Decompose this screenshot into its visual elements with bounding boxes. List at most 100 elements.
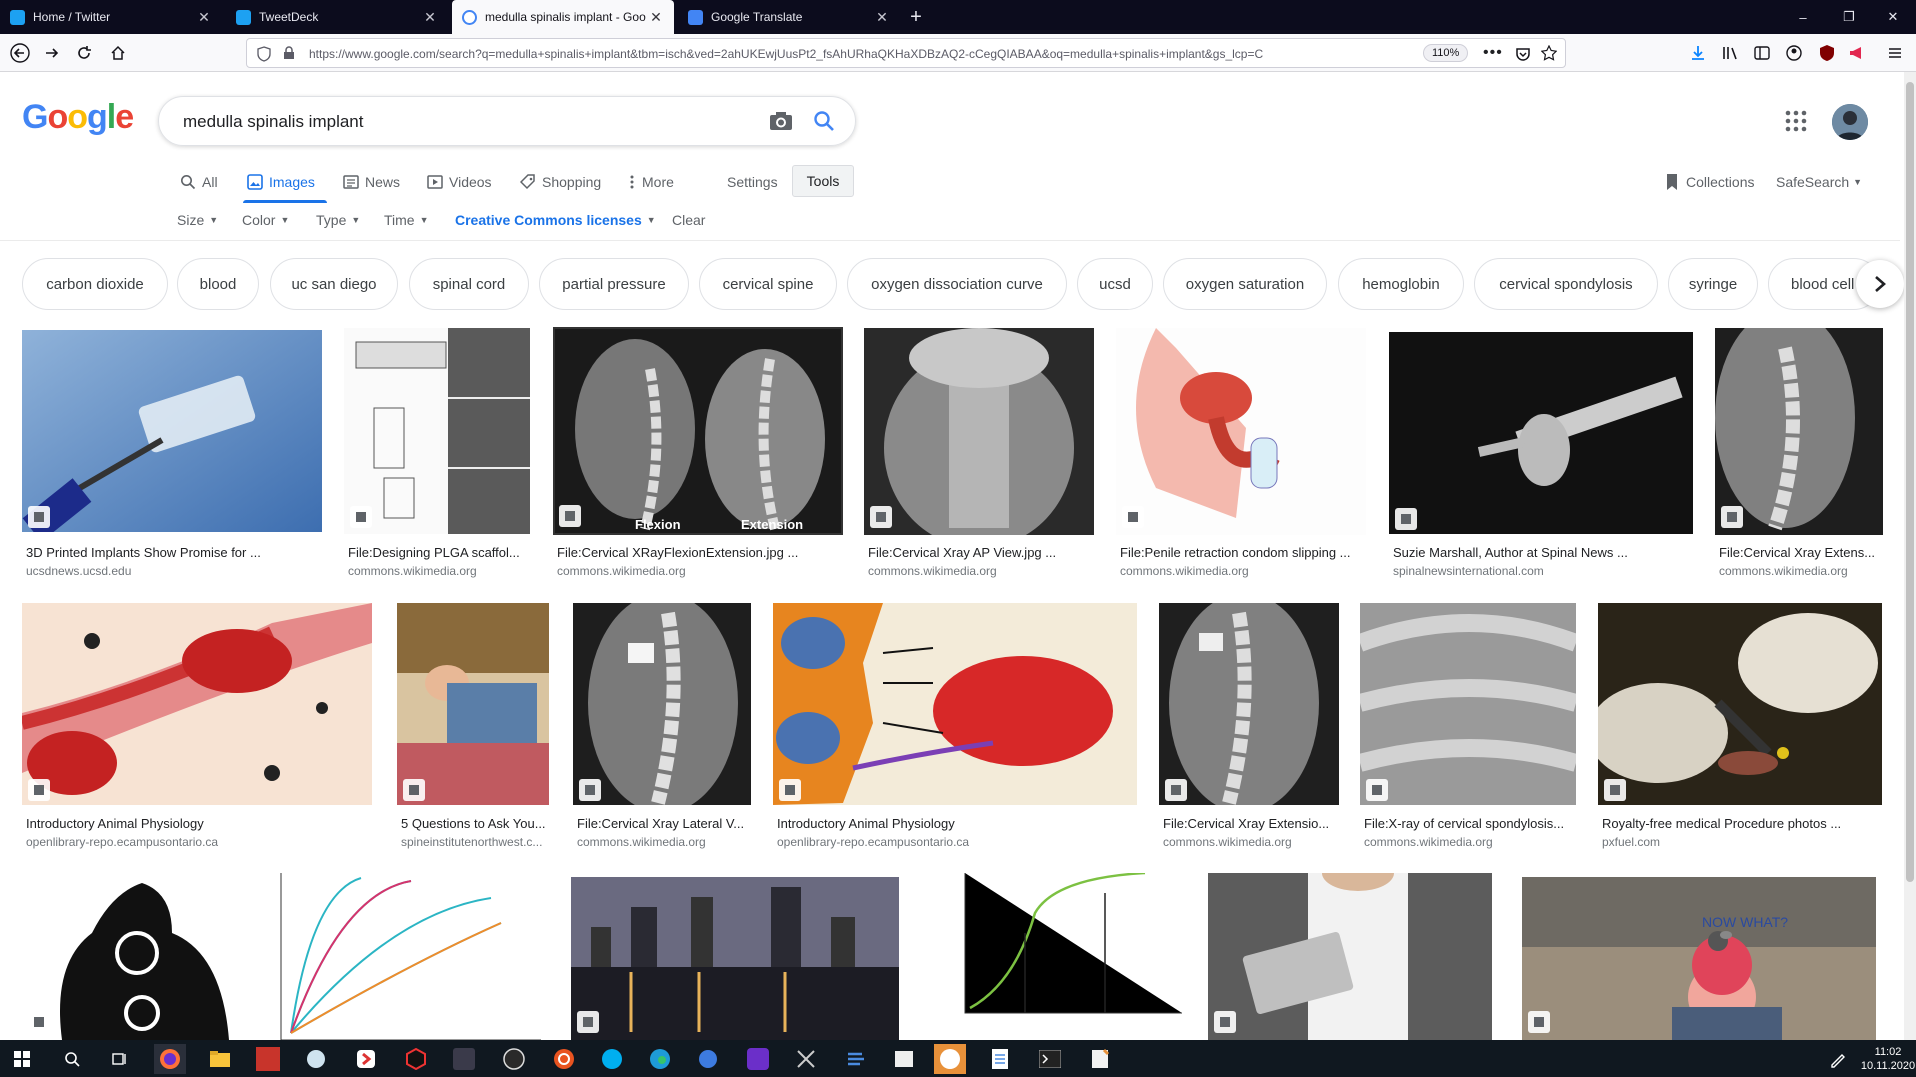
filter-size[interactable]: Size ▼ [177, 212, 218, 228]
result-thumbnail[interactable] [1116, 328, 1366, 535]
file-explorer-icon[interactable] [204, 1044, 236, 1074]
zoom-level[interactable]: 110% [1423, 44, 1469, 62]
related-chip[interactable]: ucsd [1077, 258, 1153, 310]
page-actions-icon[interactable]: ••• [1483, 44, 1503, 62]
image-result[interactable]: Royalty-free medical Procedure photos ..… [1598, 603, 1882, 849]
related-chip[interactable]: blood [177, 258, 259, 310]
result-thumbnail[interactable] [1159, 603, 1339, 805]
google-logo[interactable]: Google [22, 98, 134, 137]
ubuntu-icon[interactable] [548, 1044, 580, 1074]
related-chip[interactable]: cervical spondylosis [1474, 258, 1658, 310]
result-source[interactable]: spineinstitutenorthwest.c... [401, 835, 549, 849]
google-apps-icon[interactable] [1785, 110, 1807, 132]
result-thumbnail[interactable] [397, 603, 549, 805]
ublock-icon[interactable] [1818, 44, 1836, 62]
windows-start-icon[interactable] [6, 1044, 38, 1074]
app-icon[interactable] [888, 1044, 920, 1074]
app-icon[interactable] [742, 1044, 774, 1074]
megaphone-icon[interactable] [1848, 44, 1866, 62]
tab-videos[interactable]: Videos [427, 172, 492, 192]
image-result[interactable]: 3D Printed Implants Show Promise for ...… [22, 330, 322, 578]
related-chip[interactable]: hemoglobin [1338, 258, 1464, 310]
result-title[interactable]: Introductory Animal Physiology [26, 816, 372, 831]
search-input[interactable]: medulla spinalis implant [183, 112, 363, 132]
taskbar-clock[interactable]: 11:02 10.11.2020 [1860, 1045, 1916, 1073]
result-source[interactable]: spinalnewsinternational.com [1393, 564, 1693, 578]
result-source[interactable]: commons.wikimedia.org [557, 564, 843, 578]
search-box[interactable]: medulla spinalis implant [158, 96, 856, 146]
close-tab-icon[interactable]: ✕ [422, 9, 438, 26]
result-title[interactable]: 5 Questions to Ask You... [401, 816, 549, 831]
result-thumbnail[interactable] [1715, 328, 1883, 535]
browser-tab-tweetdeck[interactable]: TweetDeck ✕ [226, 0, 448, 34]
browser-tab-translate[interactable]: Google Translate ✕ [678, 0, 900, 34]
image-result[interactable] [251, 873, 541, 1040]
result-title[interactable]: File:Cervical Xray Lateral V... [577, 816, 751, 831]
avatar[interactable] [1832, 104, 1868, 140]
settings-link[interactable]: Settings [727, 172, 778, 192]
result-thumbnail[interactable] [22, 603, 372, 805]
voicemeeter-icon[interactable] [252, 1044, 284, 1074]
result-thumbnail[interactable] [22, 330, 322, 532]
image-result[interactable]: Suzie Marshall, Author at Spinal News ..… [1389, 332, 1693, 578]
firefox-icon[interactable] [154, 1044, 186, 1074]
result-thumbnail[interactable] [1360, 603, 1576, 805]
home-button[interactable] [104, 40, 132, 66]
scrollbar-thumb[interactable] [1906, 82, 1914, 882]
close-tab-icon[interactable]: ✕ [874, 9, 890, 26]
result-source[interactable]: commons.wikimedia.org [1163, 835, 1339, 849]
close-window-button[interactable]: ✕ [1870, 0, 1916, 34]
filter-time[interactable]: Time ▼ [384, 212, 429, 228]
result-title[interactable]: File:Cervical Xray Extens... [1719, 545, 1883, 560]
image-result[interactable]: File:Cervical Xray Extensio... commons.w… [1159, 603, 1339, 849]
tools-button[interactable]: Tools [792, 165, 854, 197]
terminal-icon[interactable] [1034, 1044, 1066, 1074]
related-chip[interactable]: syringe [1668, 258, 1758, 310]
sidebar-icon[interactable] [1754, 45, 1770, 61]
result-title[interactable]: File:Cervical Xray AP View.jpg ... [868, 545, 1094, 560]
library-icon[interactable] [1722, 45, 1740, 61]
livesplit-icon[interactable] [448, 1044, 480, 1074]
result-title[interactable]: File:Designing PLGA scaffol... [348, 545, 530, 560]
result-source[interactable]: commons.wikimedia.org [1120, 564, 1366, 578]
image-result[interactable]: 5 Questions to Ask You... spineinstitute… [397, 603, 549, 849]
reload-button[interactable] [70, 40, 98, 66]
app-icon[interactable] [350, 1044, 382, 1074]
app-icon[interactable] [692, 1044, 724, 1074]
result-title[interactable]: File:Penile retraction condom slipping .… [1120, 545, 1366, 560]
search-icon[interactable] [813, 110, 835, 132]
safesearch-button[interactable]: SafeSearch ▼ [1776, 172, 1862, 192]
result-title[interactable]: Royalty-free medical Procedure photos ..… [1602, 816, 1882, 831]
image-result[interactable]: File:Cervical Xray AP View.jpg ... commo… [864, 328, 1094, 578]
url-bar[interactable]: https://www.google.com/search?q=medulla+… [246, 38, 1566, 68]
image-result[interactable] [925, 873, 1182, 1040]
browser-tab-google[interactable]: medulla spinalis implant - Goo ✕ [452, 0, 674, 34]
result-source[interactable]: openlibrary-repo.ecampusontario.ca [777, 835, 1137, 849]
app-icon[interactable] [300, 1044, 332, 1074]
image-result[interactable]: Introductory Animal Physiology openlibra… [773, 603, 1137, 849]
result-thumbnail[interactable] [344, 328, 530, 534]
result-title[interactable]: File:Cervical Xray Extensio... [1163, 816, 1339, 831]
image-result[interactable]: NOW WHAT? [1522, 877, 1876, 1040]
minimize-button[interactable]: – [1780, 0, 1826, 34]
result-thumbnail[interactable] [1389, 332, 1693, 534]
image-result[interactable]: Flexion Extension File:Cervical XRayFlexi… [553, 327, 843, 578]
related-chip[interactable]: partial pressure [539, 258, 689, 310]
image-result[interactable]: Introductory Animal Physiology openlibra… [22, 603, 372, 849]
image-result[interactable] [22, 873, 229, 1040]
camera-icon[interactable] [769, 111, 793, 131]
result-thumbnail[interactable] [864, 328, 1094, 535]
forward-button[interactable] [38, 40, 66, 66]
app-icon[interactable] [400, 1044, 432, 1074]
app-icon[interactable] [790, 1044, 822, 1074]
pen-icon[interactable] [1822, 1044, 1854, 1074]
chips-next-button[interactable] [1856, 260, 1904, 308]
result-title[interactable]: 3D Printed Implants Show Promise for ... [26, 545, 318, 560]
vertical-scrollbar[interactable] [1904, 72, 1916, 1040]
image-result[interactable]: File:Penile retraction condom slipping .… [1116, 328, 1366, 578]
tab-more[interactable]: More [628, 172, 674, 192]
tab-shopping[interactable]: Shopping [520, 172, 601, 192]
taskbar-search-icon[interactable] [56, 1044, 88, 1074]
tab-images[interactable]: Images [247, 172, 315, 192]
result-thumbnail[interactable]: Flexion Extension [553, 327, 843, 535]
